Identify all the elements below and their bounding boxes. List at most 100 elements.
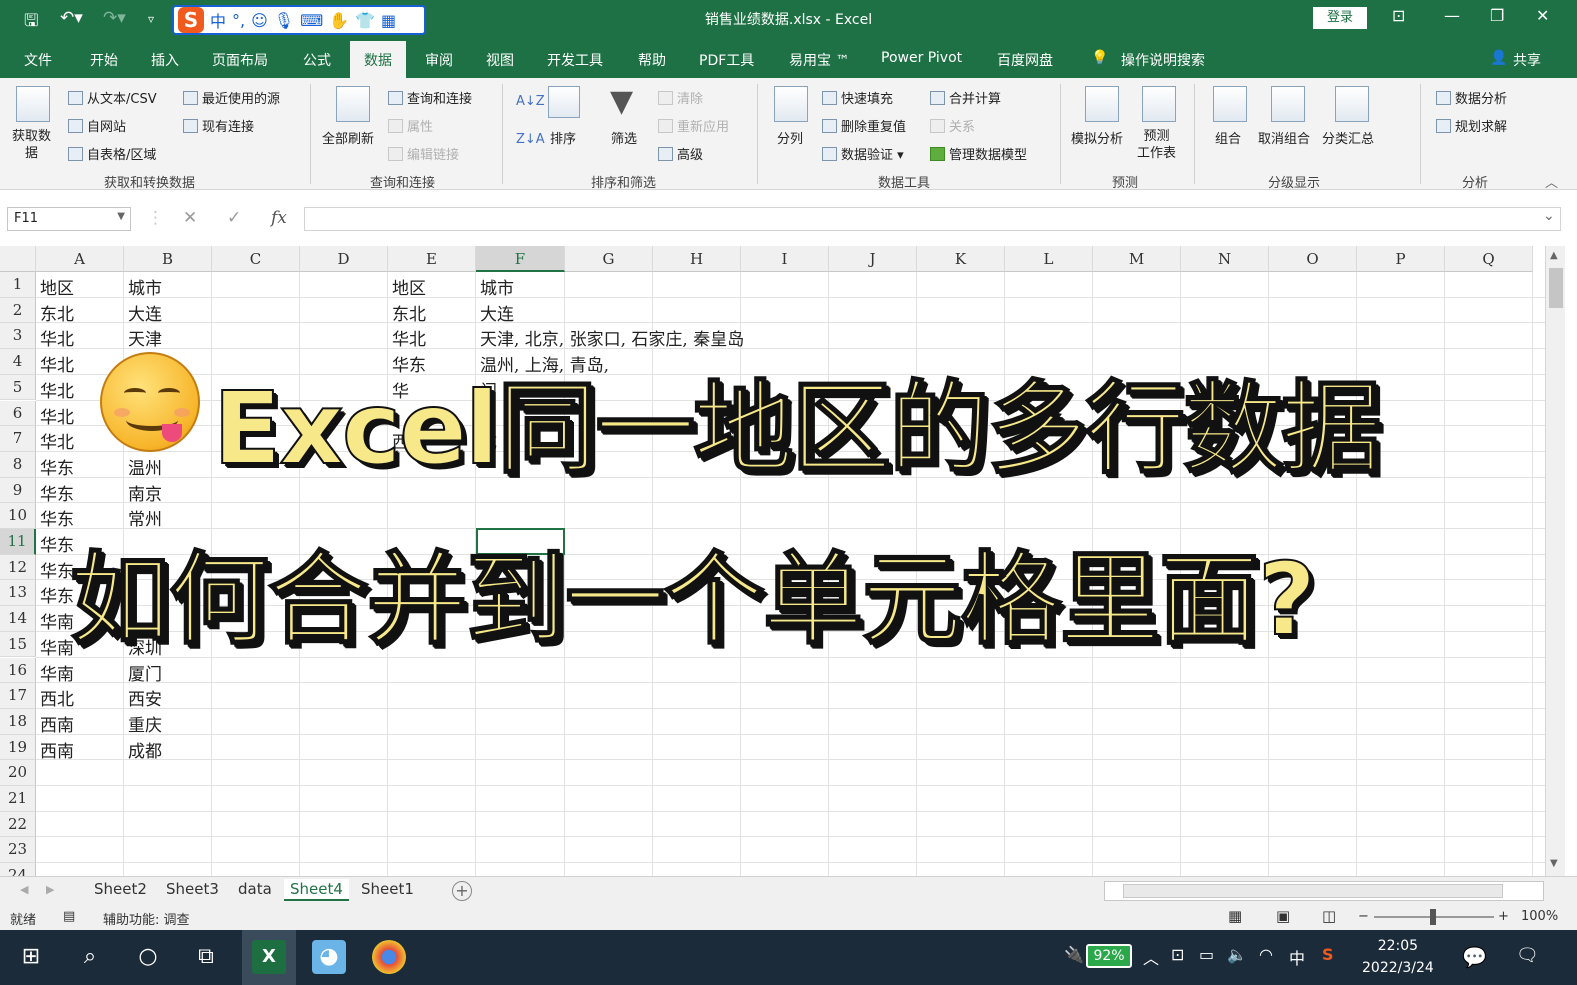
cell-a7[interactable]: 华北 (40, 428, 74, 453)
row-header-23[interactable]: 23 (0, 837, 36, 864)
share-button[interactable]: 共享 (1513, 50, 1541, 70)
consolidate-button[interactable]: 合并计算 (930, 88, 1001, 107)
formula-input[interactable] (304, 207, 1561, 231)
text-to-columns-button[interactable]: 分列 (777, 128, 803, 147)
row-header-17[interactable]: 17 (0, 683, 36, 709)
clock[interactable]: 22:05 2022/3/24 (1362, 935, 1434, 979)
name-box[interactable]: F11 ▼ (7, 207, 131, 231)
filter-button[interactable]: 筛选 (611, 128, 637, 147)
subtotal-button[interactable]: 分类汇总 (1322, 128, 1374, 147)
page-layout-view-icon[interactable]: ▣ (1276, 907, 1290, 925)
cell-b18[interactable]: 重庆 (128, 711, 162, 736)
text-to-columns-icon[interactable] (774, 86, 808, 122)
forecast-sheet-button[interactable]: 预测 工作表 (1137, 128, 1176, 162)
windows-start-icon[interactable]: ⊞ (14, 940, 48, 974)
zoom-in-icon[interactable]: + (1498, 909, 1509, 924)
select-all-corner[interactable] (0, 246, 36, 272)
tab-file[interactable]: 文件 (24, 50, 52, 70)
row-header-10[interactable]: 10 (0, 503, 36, 529)
cell-a18[interactable]: 西南 (40, 711, 74, 736)
properties-button[interactable]: 属性 (388, 116, 433, 135)
cell-a6[interactable]: 华北 (40, 403, 74, 428)
row-header-2[interactable]: 2 (0, 297, 36, 324)
sort-asc-icon[interactable]: A↓Z (516, 94, 545, 109)
page-break-view-icon[interactable]: ◫ (1322, 907, 1336, 925)
column-header-i[interactable]: I (741, 246, 829, 272)
cortana-icon[interactable]: ○ (131, 940, 165, 974)
restore-icon[interactable]: ❐ (1490, 6, 1504, 25)
column-header-b[interactable]: B (124, 246, 212, 272)
row-header-11[interactable]: 11 (0, 529, 36, 555)
sheet-tab-active[interactable]: Sheet4 (284, 879, 349, 901)
cell-a16[interactable]: 华南 (40, 660, 74, 685)
row-header-6[interactable]: 6 (0, 400, 36, 427)
group-icon[interactable] (1213, 86, 1247, 122)
tell-me-search[interactable]: 操作说明搜索 (1121, 50, 1205, 70)
search-icon[interactable]: ⌕ (73, 940, 107, 974)
task-view-icon[interactable]: ⧉ (189, 940, 223, 974)
column-header-h[interactable]: H (653, 246, 741, 272)
row-header-13[interactable]: 13 (0, 580, 36, 607)
cell-a9[interactable]: 华东 (40, 480, 74, 505)
cancel-icon[interactable]: ✕ (183, 208, 197, 228)
tab-easy-tools[interactable]: 易用宝 ™ (789, 50, 849, 70)
sort-desc-icon[interactable]: Z↓A (516, 132, 545, 147)
sheet-tab[interactable]: data (232, 879, 278, 899)
forecast-chart-icon[interactable] (1142, 86, 1176, 122)
cell-a5[interactable]: 华北 (40, 377, 74, 402)
cell-a4[interactable]: 华北 (40, 351, 74, 376)
row-header-4[interactable]: 4 (0, 349, 36, 375)
cell-a13[interactable]: 华东 (40, 582, 74, 607)
scroll-thumb[interactable] (1549, 268, 1563, 308)
cell-b1[interactable]: 城市 (128, 274, 162, 299)
sogou-tray-icon[interactable]: S (1322, 945, 1334, 964)
relationships-button[interactable]: 关系 (930, 116, 975, 135)
action-center-icon[interactable]: 🗨 (1516, 945, 1539, 966)
column-header-f[interactable]: F (476, 246, 565, 272)
column-header-n[interactable]: N (1181, 246, 1269, 272)
advanced-filter-button[interactable]: 高级 (658, 144, 703, 163)
macro-record-icon[interactable]: ▤ (63, 909, 75, 924)
cell-a2[interactable]: 东北 (40, 300, 74, 325)
notification-app-icon[interactable]: ⊡ (1171, 945, 1184, 964)
what-if-analysis-button[interactable]: 模拟分析 (1071, 128, 1123, 147)
row-header-7[interactable]: 7 (0, 426, 36, 452)
scroll-down-icon[interactable]: ▼ (1550, 858, 1558, 869)
wifi-icon[interactable]: ◠ (1259, 945, 1273, 964)
row-header-20[interactable]: 20 (0, 760, 36, 786)
cell-a14[interactable]: 华南 (40, 608, 74, 633)
cell-f1[interactable]: 城市 (480, 274, 514, 299)
minimize-icon[interactable]: — (1444, 6, 1460, 25)
chevron-down-icon[interactable]: ▼ (117, 211, 125, 222)
collapse-ribbon-icon[interactable]: ︿ (1545, 172, 1558, 191)
column-header-a[interactable]: A (36, 246, 124, 272)
cell-a19[interactable]: 西南 (40, 737, 74, 762)
row-header-16[interactable]: 16 (0, 657, 36, 684)
column-header-l[interactable]: L (1005, 246, 1093, 272)
next-sheet-icon[interactable]: ▶ (46, 883, 54, 896)
row-header-3[interactable]: 3 (0, 323, 36, 350)
tab-review[interactable]: 审阅 (425, 50, 453, 70)
recent-sources-button[interactable]: 最近使用的源 (183, 88, 280, 107)
wechat-icon[interactable]: 💬 (1462, 945, 1487, 969)
chrome-app-icon[interactable] (372, 940, 406, 974)
add-sheet-icon[interactable]: + (452, 881, 472, 901)
ungroup-icon[interactable] (1271, 86, 1305, 122)
cell-a8[interactable]: 华东 (40, 454, 74, 479)
expand-formula-bar-icon[interactable]: ⌄ (1543, 208, 1555, 224)
cell-a1[interactable]: 地区 (40, 274, 74, 299)
column-header-o[interactable]: O (1269, 246, 1357, 272)
row-header-8[interactable]: 8 (0, 451, 36, 478)
data-analysis-button[interactable]: 数据分析 (1436, 88, 1507, 107)
show-hidden-icons-icon[interactable]: ︿ (1143, 945, 1159, 969)
group-button[interactable]: 组合 (1215, 128, 1241, 147)
sort-dialog-icon[interactable] (548, 86, 580, 118)
zoom-level[interactable]: 100% (1521, 909, 1558, 924)
tab-formulas[interactable]: 公式 (303, 50, 331, 70)
volume-icon[interactable]: 🔈 (1227, 945, 1247, 964)
subtotal-icon[interactable] (1335, 86, 1369, 122)
cell-e2[interactable]: 东北 (392, 300, 426, 325)
cell-b3[interactable]: 天津 (128, 325, 162, 350)
ime-indicator[interactable]: 中 (1289, 945, 1305, 969)
queries-connections-button[interactable]: 查询和连接 (388, 88, 472, 107)
